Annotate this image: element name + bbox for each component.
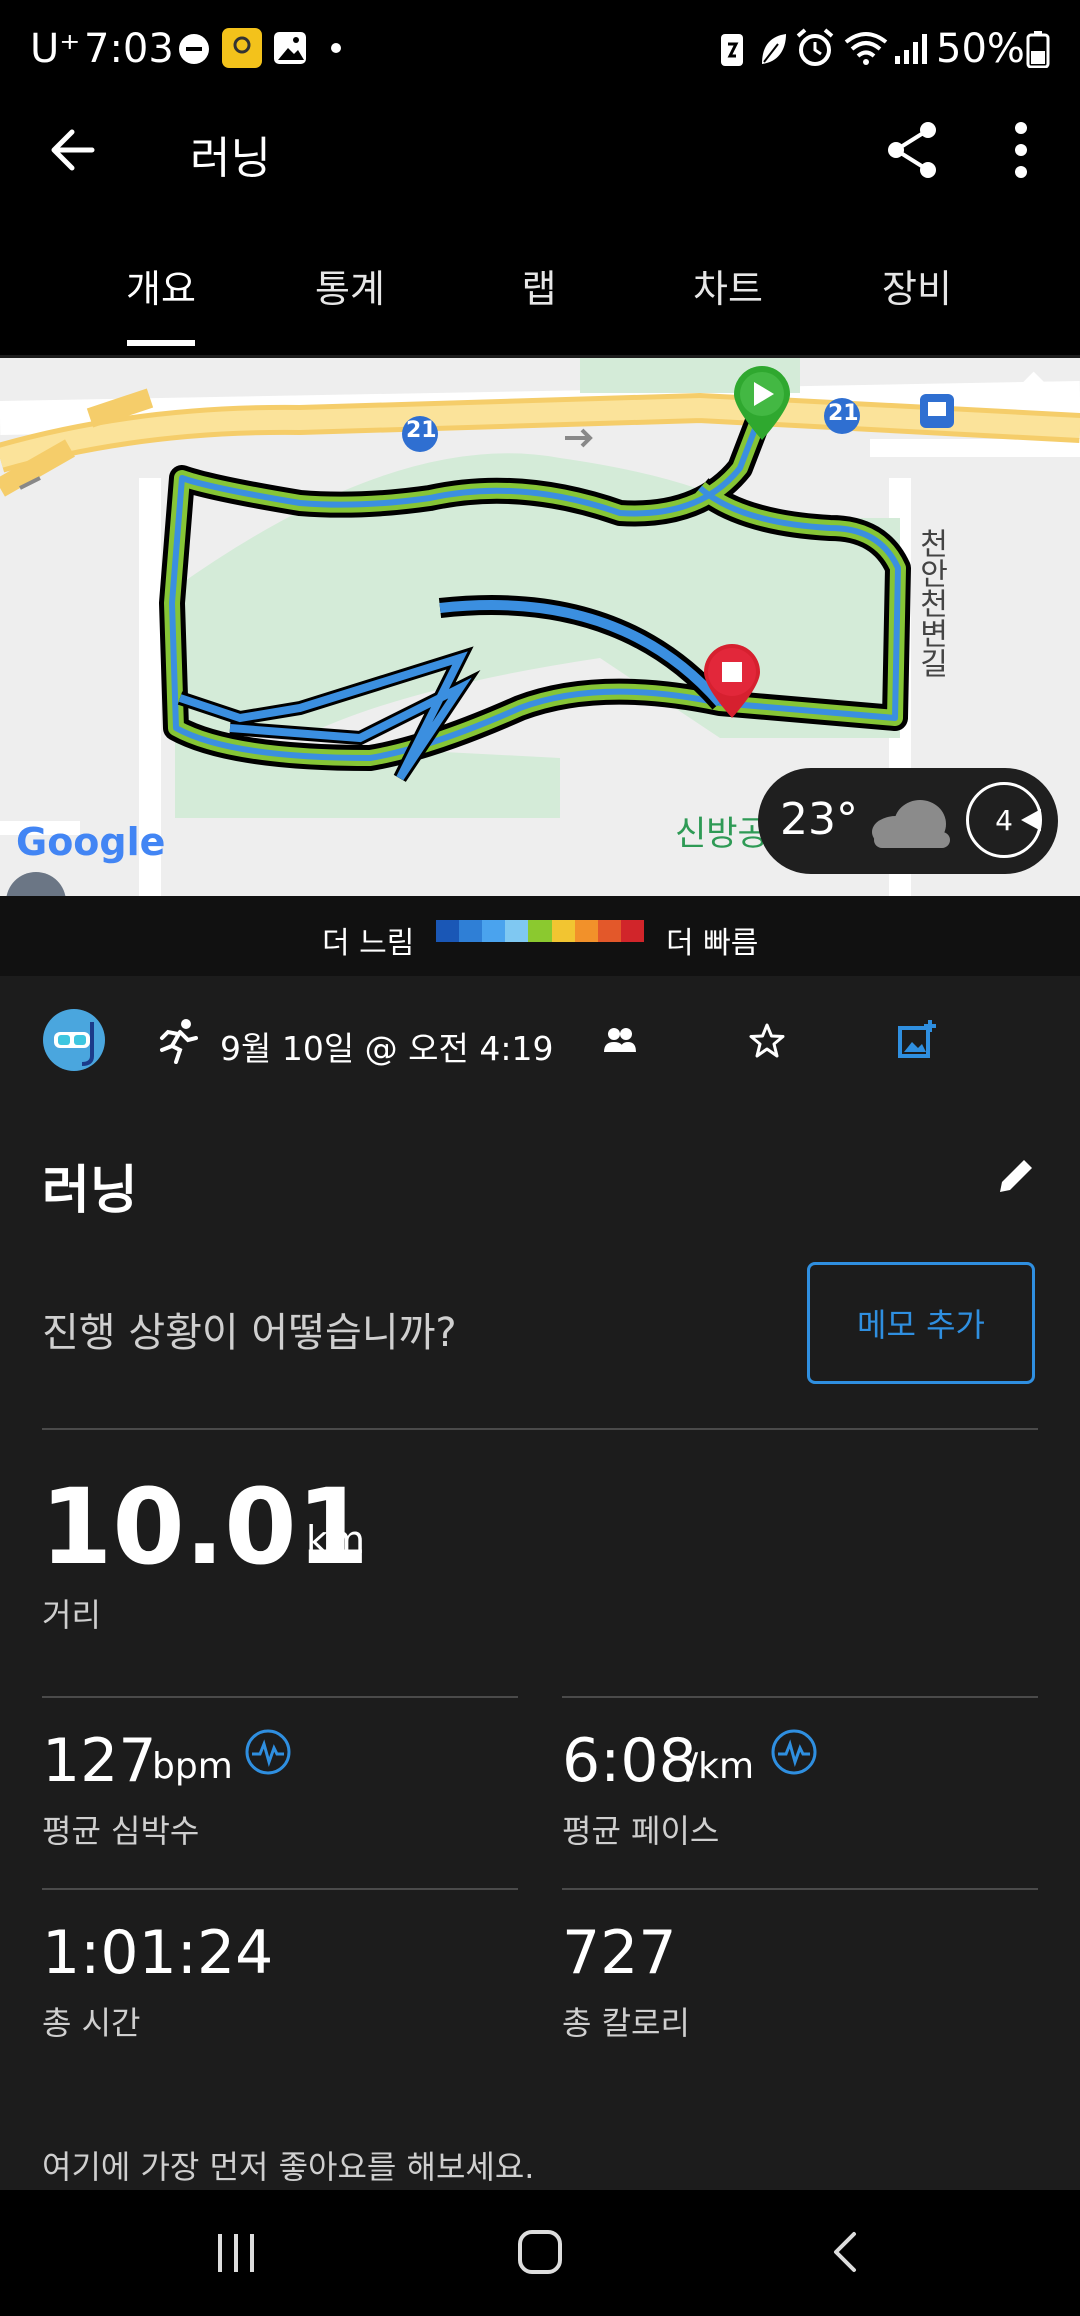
pace-color-segment <box>574 920 599 942</box>
road-number-badge-2: 21 <box>828 401 859 426</box>
park-label: 신방공 <box>675 814 769 854</box>
share-icon[interactable] <box>882 118 942 182</box>
pace-color-segment <box>505 920 529 942</box>
pace-color-segment <box>597 920 622 942</box>
pace-color-segment <box>528 920 553 942</box>
google-logo: Google <box>16 820 166 864</box>
running-icon <box>160 1019 198 1064</box>
divider <box>42 1428 1038 1430</box>
distance-unit: km <box>306 1518 366 1562</box>
total-calories-value: 727 <box>562 1918 677 1988</box>
pace-color-segment <box>620 920 645 942</box>
avg-heart-rate-label: 평균 심박수 <box>42 1812 200 1850</box>
activity-datetime: 9월 10일 @ 오전 4:19 <box>220 1029 554 1068</box>
tab-overview[interactable]: 개요 <box>91 258 231 313</box>
pace-color-scale <box>436 920 645 942</box>
alarm-icon <box>796 28 834 66</box>
activity-title: 러닝 <box>42 1161 138 1221</box>
more-notifications-dot-icon <box>331 43 341 53</box>
avg-pace-value: 6:08 <box>562 1726 697 1796</box>
avg-pace-label: 평균 페이스 <box>562 1812 720 1850</box>
leaf-icon <box>762 34 786 64</box>
cloud-icon <box>872 800 950 848</box>
back-arrow-icon[interactable] <box>44 120 104 180</box>
avg-pace-unit: /km <box>686 1746 755 1787</box>
divider <box>42 1696 518 1698</box>
total-time-label: 총 시간 <box>42 2004 141 2042</box>
add-photo-icon[interactable] <box>896 1018 938 1060</box>
edit-pencil-icon[interactable] <box>996 1156 1036 1196</box>
signal-icon <box>895 34 927 64</box>
legend-fast-label: 더 빠름 <box>666 926 759 961</box>
pace-color-segment <box>551 920 576 942</box>
pace-chart-icon[interactable] <box>770 1728 818 1776</box>
tab-stats[interactable]: 통계 <box>280 258 420 313</box>
recent-apps-icon[interactable] <box>214 2232 260 2274</box>
avg-heart-rate-value: 127 <box>42 1726 157 1796</box>
tab-laps[interactable]: 랩 <box>469 258 609 313</box>
avatar[interactable] <box>42 1008 106 1072</box>
system-back-icon[interactable] <box>826 2230 862 2274</box>
map-compass-icon[interactable] <box>0 868 70 896</box>
star-icon[interactable] <box>748 1022 786 1060</box>
battery-saver-icon <box>721 34 743 66</box>
tab-charts[interactable]: 차트 <box>658 258 798 313</box>
active-tab-indicator <box>127 340 195 346</box>
likes-prompt: 여기에 가장 먼저 좋아요를 해보세요. <box>42 2148 535 2186</box>
status-bar: U⁺ 7:03 50% <box>0 0 1080 95</box>
group-icon[interactable] <box>602 1026 638 1056</box>
heart-rate-chart-icon[interactable] <box>244 1728 292 1776</box>
pace-color-segment <box>482 920 506 942</box>
wifi-icon <box>844 32 888 65</box>
street-label: 천안천변길 <box>913 528 948 678</box>
gallery-icon <box>274 32 306 64</box>
avg-heart-rate-unit: bpm <box>152 1746 233 1787</box>
divider <box>562 1696 1038 1698</box>
pace-color-segment <box>436 920 460 942</box>
do-not-disturb-icon <box>179 34 209 64</box>
pace-color-segment <box>459 920 483 942</box>
system-nav-bar <box>0 2190 1080 2316</box>
wind-dial: 4 <box>966 782 1042 858</box>
distance-label: 거리 <box>42 1596 101 1634</box>
divider <box>42 1888 518 1890</box>
battery-icon <box>1026 31 1050 68</box>
page-title: 러닝 <box>190 133 271 184</box>
weather-badge: 23° 4 <box>758 768 1058 874</box>
app-notification-icon <box>222 28 262 68</box>
road-number-badge: 21 <box>406 418 437 443</box>
add-memo-button[interactable]: 메모 추가 <box>807 1262 1035 1384</box>
total-time-value: 1:01:24 <box>42 1918 274 1988</box>
total-calories-label: 총 칼로리 <box>562 2004 690 2042</box>
more-options-icon[interactable] <box>1006 118 1036 182</box>
divider <box>562 1888 1038 1890</box>
route-map[interactable]: 21 21 천안천변길 신방공 Google 23° 4 <box>0 358 1080 896</box>
temperature: 23° <box>780 794 858 845</box>
tab-gear[interactable]: 장비 <box>847 258 987 313</box>
home-icon[interactable] <box>516 2228 564 2276</box>
progress-question: 진행 상황이 어떻습니까? <box>42 1310 457 1356</box>
battery-percent: 50% <box>936 26 1025 72</box>
clock: 7:03 <box>84 26 174 72</box>
legend-slow-label: 더 느림 <box>322 926 415 961</box>
wind-direction-icon <box>1021 809 1041 831</box>
carrier-label: U⁺ <box>30 26 81 72</box>
